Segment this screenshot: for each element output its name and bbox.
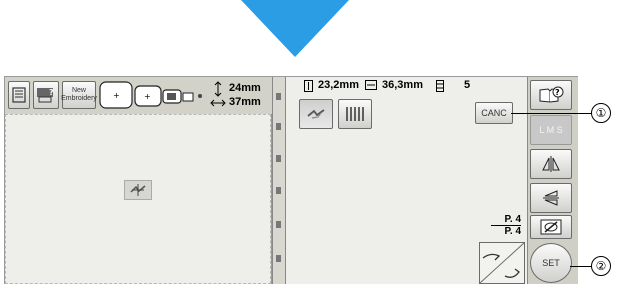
divider-hook xyxy=(276,255,281,262)
set-button-label: SET xyxy=(542,258,560,268)
down-arrow-indicator xyxy=(241,0,349,57)
list-icon xyxy=(12,87,26,103)
pattern-height-value: 24mm xyxy=(229,82,261,94)
info-height-value: 23,2mm xyxy=(318,79,359,91)
divider-hook xyxy=(276,93,281,100)
help-book-button[interactable]: ? xyxy=(530,80,572,110)
machine-help-icon: ? xyxy=(37,88,54,103)
divider-hook xyxy=(276,187,281,194)
needle-icon xyxy=(540,219,562,235)
embroidery-pattern-preview xyxy=(124,180,152,200)
list-view-button[interactable] xyxy=(8,81,30,109)
set-button[interactable]: SET xyxy=(530,243,572,283)
new-embroidery-button[interactable]: New Embroidery xyxy=(61,81,97,109)
pane-divider xyxy=(272,77,286,284)
page-current: P. 4 xyxy=(491,214,521,226)
new-embroidery-label-line1: New xyxy=(71,87,86,94)
color-count-value: 5 xyxy=(464,79,471,91)
callout-line-1 xyxy=(511,113,592,114)
satin-stitch-button[interactable] xyxy=(338,99,372,129)
edit-toolbar: ? New Embroidery + + 24mm 37mm xyxy=(5,77,272,115)
size-indicator-icon xyxy=(210,81,226,107)
callout-number-1: ① xyxy=(591,103,611,123)
cancel-button-label: CANC xyxy=(481,108,507,118)
size-lms-label: L M S xyxy=(539,125,563,135)
page-indicator: P. 4 P. 4 xyxy=(491,214,521,237)
needle-thread-button[interactable] xyxy=(530,215,572,239)
mirror-icon xyxy=(542,156,560,172)
embroidery-stitch-icon xyxy=(307,109,325,119)
divider-hook xyxy=(276,155,281,162)
vertical-lines-icon xyxy=(346,107,364,121)
svg-text:?: ? xyxy=(49,88,54,97)
svg-text:+: + xyxy=(144,92,151,101)
new-embroidery-label-line2: Embroidery xyxy=(61,95,97,102)
divider-hook xyxy=(276,221,281,228)
pattern-display-area xyxy=(5,114,271,284)
info-width-value: 36,3mm xyxy=(382,79,423,91)
page-total: P. 4 xyxy=(504,226,522,237)
thread-spool-icon xyxy=(436,80,444,92)
book-help-icon: ? xyxy=(539,86,564,103)
pattern-width-value: 37mm xyxy=(229,96,261,108)
callout-line-2 xyxy=(570,266,592,267)
svg-text:?: ? xyxy=(555,88,560,97)
page-flip-button[interactable] xyxy=(479,242,525,284)
hoop-size-icons: + + xyxy=(99,81,202,109)
callout-number-2: ② xyxy=(591,256,611,276)
height-icon xyxy=(304,80,313,92)
pattern-info-bar: 23,2mm 36,3mm 5 xyxy=(286,77,527,95)
mirror-horizontal-button[interactable] xyxy=(530,149,572,179)
divider-hook xyxy=(276,123,281,130)
flip-vertical-icon xyxy=(543,190,559,206)
stitch-type-button[interactable] xyxy=(299,99,333,129)
size-lms-button[interactable]: L M S xyxy=(530,115,572,145)
cross-icon xyxy=(130,184,146,196)
machine-help-button[interactable]: ? xyxy=(33,81,59,109)
width-icon xyxy=(365,80,377,90)
cancel-button[interactable]: CANC xyxy=(475,102,513,124)
svg-text:+: + xyxy=(113,91,120,100)
mirror-vertical-button[interactable] xyxy=(530,183,572,213)
